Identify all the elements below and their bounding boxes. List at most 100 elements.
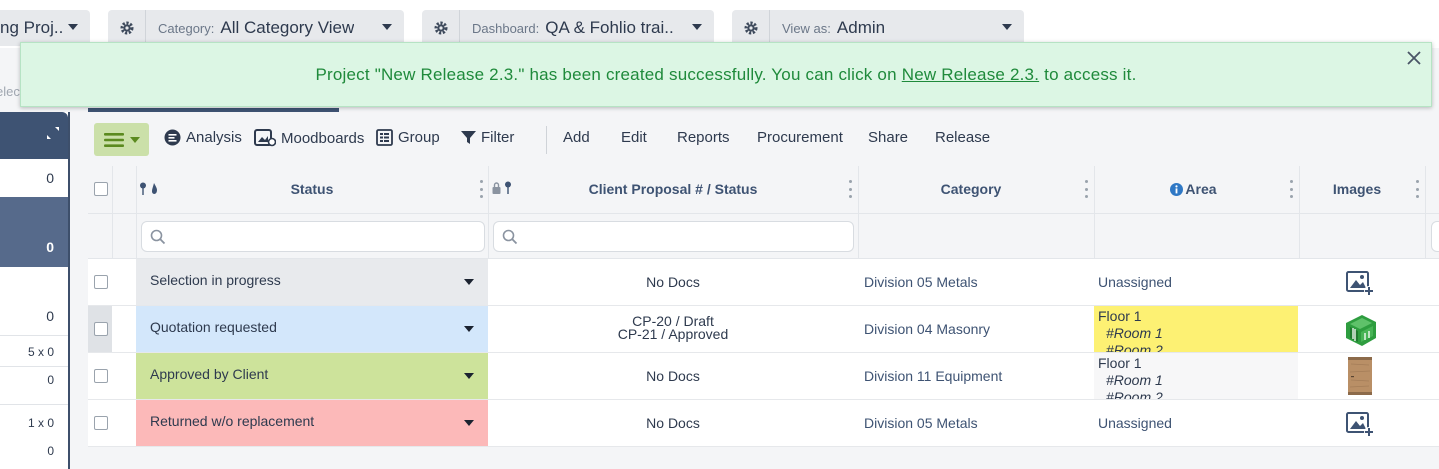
column-menu-icon[interactable]: [1289, 180, 1293, 198]
table-row[interactable]: Returned w/o replacement No Docs Divisio…: [88, 400, 1439, 447]
status-column-header[interactable]: Status: [136, 181, 488, 197]
area-cell: Unassigned: [1094, 259, 1298, 305]
view-as-label: View as:: [782, 20, 831, 36]
summary-value: 1 x 0: [27, 416, 54, 430]
dashboard-selector[interactable]: Dashboard: QA & Fohlio trai..: [422, 10, 714, 46]
moodboards-button[interactable]: Moodboards: [254, 129, 364, 147]
placeholder-image-icon[interactable]: [1344, 408, 1376, 440]
column-menu-icon[interactable]: [1415, 180, 1419, 198]
chevron-down-icon: [464, 373, 474, 379]
category-cell: Division 11 Equipment: [864, 368, 1003, 384]
area-room: #Room 2: [1106, 342, 1163, 352]
group-button[interactable]: Group: [376, 129, 440, 146]
gear-icon[interactable]: [422, 10, 460, 46]
summary-selected-block[interactable]: 0: [0, 197, 68, 267]
table-row[interactable]: Quotation requested CP-20 / Draft CP-21 …: [88, 306, 1439, 353]
proposal-cell: No Docs: [646, 368, 700, 384]
proposal-cell: No Docs: [646, 415, 700, 431]
status-dropdown[interactable]: Selection in progress: [136, 259, 488, 305]
filter-row: [88, 214, 1439, 259]
proposal-entry-link[interactable]: CP-21 / Approved: [488, 327, 858, 341]
row-checkbox[interactable]: [94, 369, 108, 383]
menu-button[interactable]: [94, 123, 149, 156]
category-selector[interactable]: Category: All Category View: [108, 10, 404, 46]
summary-value: 0: [46, 239, 54, 255]
analysis-icon: [164, 129, 181, 146]
gear-icon[interactable]: [732, 10, 770, 46]
area-column-header[interactable]: Area: [1184, 181, 1218, 197]
status-dropdown[interactable]: Approved by Client: [136, 353, 488, 399]
project-selector[interactable]: ng Proj..: [0, 10, 90, 46]
close-icon[interactable]: [1403, 47, 1425, 69]
grid-footer: [88, 447, 1439, 469]
category-cell: Division 05 Metals: [864, 274, 978, 290]
chevron-down-icon: [129, 136, 140, 143]
select-all-checkbox[interactable]: [94, 182, 108, 196]
proposal-column-header[interactable]: Client Proposal # / Status: [488, 181, 858, 197]
toast-message: Project "New Release 2.3." has been crea…: [315, 64, 897, 84]
status-search-input[interactable]: [141, 221, 485, 252]
category-value: All Category View: [220, 18, 355, 37]
procurement-button[interactable]: Procurement: [757, 129, 843, 146]
category-column-header[interactable]: Category: [858, 181, 1084, 197]
images-search-input[interactable]: [1431, 221, 1439, 252]
filter-icon: [461, 131, 476, 144]
project-selector-value: ng Proj..: [0, 18, 64, 37]
success-toast: Project "New Release 2.3." has been crea…: [20, 42, 1432, 107]
area-cell: Unassigned: [1094, 400, 1298, 446]
area-value: Unassigned: [1098, 274, 1172, 290]
add-button[interactable]: Add: [563, 129, 590, 146]
chevron-down-icon: [464, 326, 474, 332]
summary-value: 0: [47, 444, 54, 458]
images-column-header[interactable]: Images: [1300, 181, 1414, 197]
status-dropdown[interactable]: Quotation requested: [136, 306, 488, 352]
summary-value: 5 x 0: [27, 345, 54, 359]
share-button[interactable]: Share: [868, 129, 908, 146]
column-menu-icon[interactable]: [479, 180, 483, 198]
collapse-icon[interactable]: [46, 126, 60, 143]
column-menu-icon[interactable]: [1084, 180, 1088, 198]
summary-panel-header: [0, 112, 68, 159]
analysis-button[interactable]: Analysis: [164, 129, 242, 146]
status-value: Returned w/o replacement: [150, 413, 315, 429]
toast-project-link[interactable]: New Release 2.3.: [902, 65, 1039, 85]
summary-value: 0: [46, 170, 54, 186]
column-menu-icon[interactable]: [848, 180, 852, 198]
reports-button[interactable]: Reports: [677, 129, 730, 146]
table-row[interactable]: Selection in progress No Docs Division 0…: [88, 259, 1439, 306]
info-icon[interactable]: [1170, 183, 1183, 196]
proposal-search-input[interactable]: [493, 221, 854, 252]
release-button[interactable]: Release: [935, 129, 990, 146]
area-room: #Room 1: [1106, 325, 1163, 341]
area-room: #Room 2: [1106, 389, 1163, 399]
category-cell: Division 05 Metals: [864, 415, 978, 431]
moodboards-label: Moodboards: [281, 129, 365, 147]
view-as-selector[interactable]: View as: Admin: [732, 10, 1024, 46]
table-row[interactable]: Approved by Client No Docs Division 11 E…: [88, 353, 1439, 400]
row-checkbox[interactable]: [94, 416, 108, 430]
summary-value: 0: [46, 308, 54, 324]
area-cell: Floor 1 #Room 1 #Room 2: [1094, 306, 1298, 352]
proposal-cell: No Docs: [646, 274, 700, 290]
proposal-cell: CP-20 / Draft CP-21 / Approved: [488, 314, 858, 341]
items-grid: Status Client Proposal # / Status Catego…: [88, 166, 1439, 469]
category-cell: Division 04 Masonry: [864, 321, 991, 337]
status-dropdown[interactable]: Returned w/o replacement: [136, 400, 488, 446]
area-floor: Floor 1: [1098, 308, 1142, 324]
chevron-down-icon: [68, 24, 78, 30]
green-tile-image[interactable]: [1342, 311, 1380, 349]
category-label: Category:: [158, 20, 215, 36]
dashboard-label: Dashboard:: [472, 20, 540, 36]
row-checkbox[interactable]: [94, 275, 108, 289]
row-checkbox[interactable]: [94, 322, 108, 336]
group-icon: [376, 129, 393, 146]
chevron-down-icon: [464, 279, 474, 285]
filter-label: Filter: [481, 129, 515, 146]
filter-button[interactable]: Filter: [461, 129, 514, 146]
chevron-down-icon: [382, 24, 392, 30]
gear-icon[interactable]: [108, 10, 146, 46]
wood-cabinet-image[interactable]: [1347, 356, 1373, 397]
edit-button[interactable]: Edit: [621, 129, 647, 146]
placeholder-image-icon[interactable]: [1344, 267, 1376, 299]
grid-toolbar: Analysis Moodboards Group Filter Add Edi…: [88, 112, 1439, 166]
